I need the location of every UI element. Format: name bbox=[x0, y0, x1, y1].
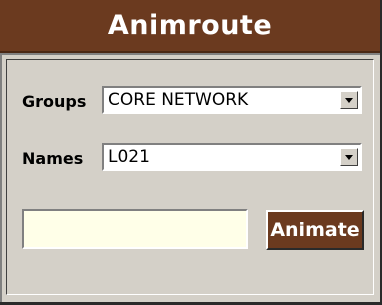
names-select-value: L021 bbox=[108, 147, 150, 167]
names-dropdown-button[interactable] bbox=[340, 148, 358, 166]
groups-label: Groups bbox=[22, 92, 87, 111]
chevron-down-icon bbox=[345, 97, 353, 103]
animroute-panel: Animroute Groups CORE NETWORK Names L021… bbox=[0, 0, 382, 305]
groups-select-value: CORE NETWORK bbox=[108, 90, 249, 110]
names-label: Names bbox=[22, 149, 84, 168]
names-select[interactable]: L021 bbox=[102, 143, 362, 171]
groups-dropdown-button[interactable] bbox=[340, 91, 358, 109]
animate-button[interactable]: Animate bbox=[266, 210, 364, 250]
route-input[interactable] bbox=[22, 209, 248, 249]
panel-title: Animroute bbox=[0, 0, 380, 53]
chevron-down-icon bbox=[345, 154, 353, 160]
groups-select[interactable]: CORE NETWORK bbox=[102, 86, 362, 114]
